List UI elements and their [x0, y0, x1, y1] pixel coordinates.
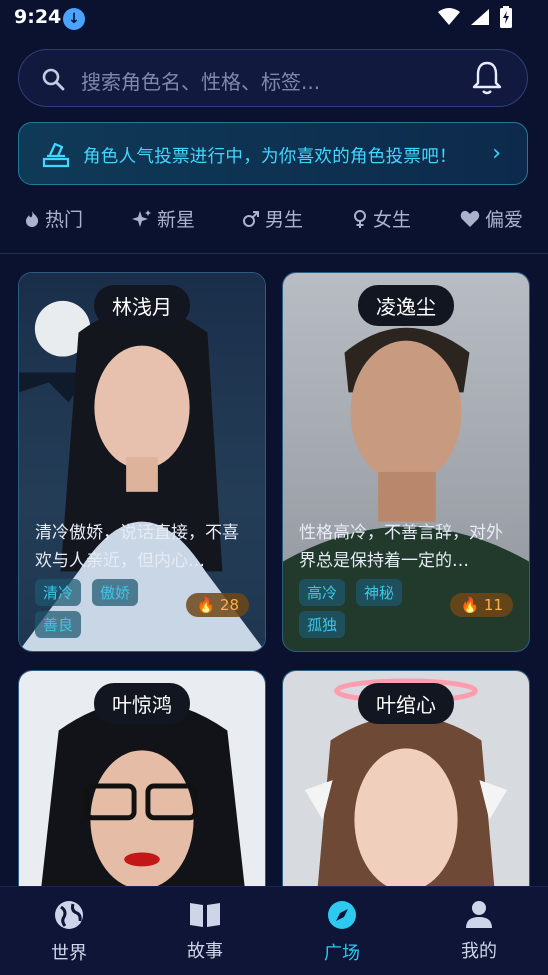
character-description: 性格高冷，不善言辞，对外界总是保持着一定的… — [299, 523, 503, 571]
battery-icon — [500, 6, 512, 28]
vote-banner[interactable]: 角色人气投票进行中，为你喜欢的角色投票吧！ › — [18, 122, 528, 185]
tab-hot[interactable]: 热门 — [24, 205, 83, 232]
nav-world[interactable]: 世界 — [19, 899, 119, 965]
vote-icon — [42, 142, 70, 168]
character-name: 凌逸尘 — [358, 285, 454, 326]
nav-label: 故事 — [187, 941, 223, 962]
character-tag: 傲娇 — [92, 579, 139, 606]
tab-favorite[interactable]: 偏爱 — [460, 205, 523, 232]
character-tag: 高冷 — [299, 579, 346, 606]
search-input[interactable]: 搜索角色名、性格、标签... — [81, 66, 320, 95]
sparkle-icon — [132, 209, 151, 227]
character-description: 清冷傲娇，说话直接，不喜欢与人亲近，但内心… — [35, 523, 239, 571]
status-icons — [438, 6, 512, 28]
flame-icon: 🔥 — [196, 596, 216, 614]
nav-story[interactable]: 故事 — [155, 899, 255, 963]
nav-label: 世界 — [51, 943, 87, 964]
heart-icon — [460, 210, 480, 227]
tab-label: 男生 — [265, 209, 304, 231]
tab-label: 新星 — [157, 209, 196, 231]
tab-new[interactable]: 新星 — [132, 205, 195, 232]
globe-icon — [55, 901, 83, 929]
nav-label: 我的 — [461, 941, 497, 962]
character-tag: 清冷 — [35, 579, 82, 606]
signal-icon — [471, 9, 489, 25]
heat-badge: 🔥 11 — [450, 593, 513, 617]
search-bar[interactable]: 搜索角色名、性格、标签... — [18, 49, 528, 107]
nav-label: 广场 — [324, 943, 360, 964]
male-icon — [243, 210, 259, 227]
bell-icon[interactable] — [471, 60, 503, 96]
heat-badge: 🔥 28 — [186, 593, 249, 617]
character-name: 林浅月 — [94, 285, 190, 326]
wifi-icon — [438, 8, 460, 25]
status-bar: 9:24 ↓ — [0, 0, 548, 36]
banner-text: 角色人气投票进行中，为你喜欢的角色投票吧！ — [83, 147, 457, 167]
female-icon — [354, 209, 366, 228]
user-icon — [466, 901, 492, 928]
character-tag: 善良 — [35, 611, 82, 638]
search-icon — [42, 68, 65, 91]
tab-label: 女生 — [373, 209, 412, 231]
tab-label: 偏爱 — [485, 209, 524, 231]
chevron-right-icon: › — [492, 141, 501, 166]
flame-icon: 🔥 — [460, 596, 480, 614]
tab-label: 热门 — [45, 209, 84, 231]
character-tag: 孤独 — [299, 611, 346, 638]
flame-icon — [26, 210, 39, 227]
character-card[interactable]: 凌逸尘 性格高冷，不善言辞，对外界总是保持着一定的… 高冷 神秘 孤独 🔥 11 — [282, 272, 530, 652]
category-tabs: 热门 新星 男生 女生 偏爱 — [0, 196, 548, 244]
heat-count: 28 — [219, 596, 239, 614]
compass-icon — [328, 901, 356, 929]
character-tag: 神秘 — [356, 579, 403, 606]
character-card[interactable]: 叶绾心 — [282, 670, 530, 910]
heat-count: 11 — [483, 596, 503, 614]
character-name: 叶绾心 — [358, 683, 454, 724]
book-icon — [190, 903, 220, 927]
nav-mine[interactable]: 我的 — [429, 899, 529, 963]
tab-female[interactable]: 女生 — [352, 205, 411, 232]
status-time: 9:24 — [14, 6, 62, 28]
character-card[interactable]: 叶惊鸿 — [18, 670, 266, 910]
download-icon: ↓ — [63, 8, 85, 30]
character-name: 叶惊鸿 — [94, 683, 190, 724]
character-card[interactable]: 林浅月 清冷傲娇，说话直接，不喜欢与人亲近，但内心… 清冷 傲娇 善良 🔥 28 — [18, 272, 266, 652]
nav-square[interactable]: 广场 — [292, 899, 392, 965]
tabs-divider — [0, 253, 548, 254]
bottom-nav: 世界 故事 广场 我的 — [0, 886, 548, 975]
tab-male[interactable]: 男生 — [242, 205, 303, 232]
